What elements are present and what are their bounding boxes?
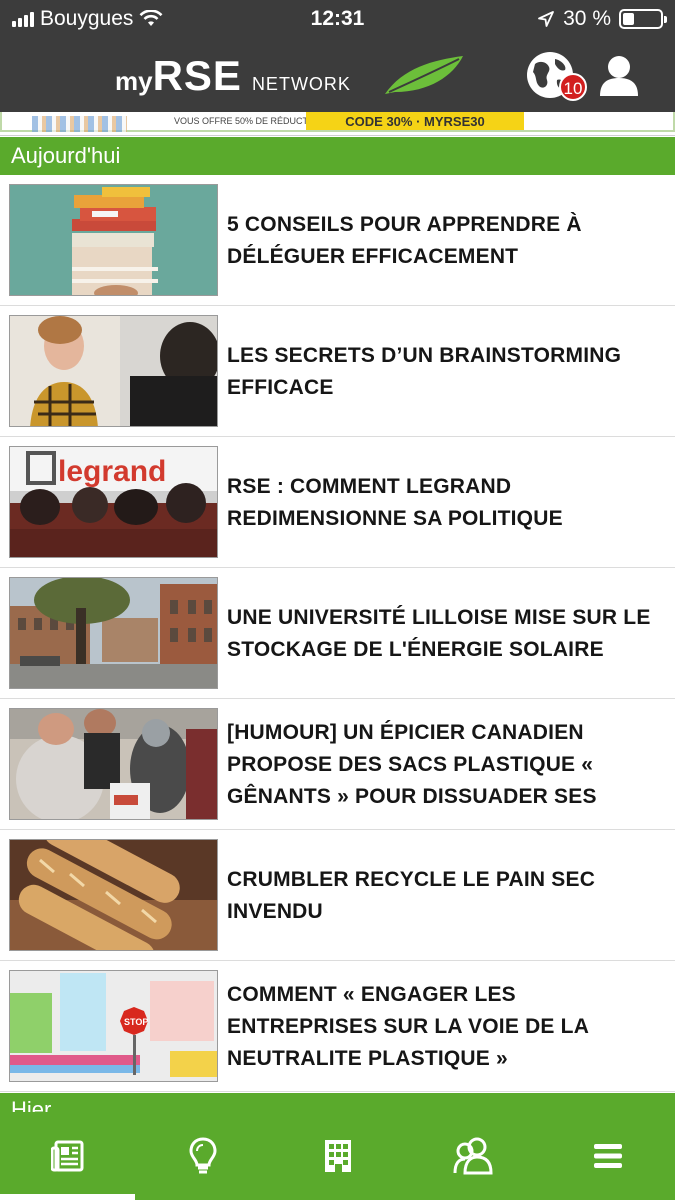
article-item[interactable]: [HUMOUR] UN ÉPICIER CANADIEN PROPOSE DES… xyxy=(0,699,675,830)
legrand-logo-text: legrand xyxy=(58,455,166,488)
notification-badge: 10 xyxy=(559,73,587,101)
ad-frame: VOUS OFFRE 50% DE RÉDUCTION CODE 30% · M… xyxy=(0,112,675,132)
section-header-yesterday: Hier xyxy=(0,1093,675,1112)
app-header: my RSE network 10 xyxy=(0,40,675,112)
people-icon xyxy=(453,1137,493,1175)
article-item[interactable]: LES SECRETS D’UN BRAINSTORMING EFFICACE xyxy=(0,306,675,437)
article-thumbnail xyxy=(9,315,218,427)
tab-companies[interactable] xyxy=(270,1112,405,1200)
ad-banner[interactable]: VOUS OFFRE 50% DE RÉDUCTION CODE 30% · M… xyxy=(0,112,675,136)
battery-level xyxy=(623,13,634,25)
app-logo[interactable]: my RSE network xyxy=(115,52,351,100)
ad-code: CODE 30% · MYRSE30 xyxy=(306,112,524,130)
stop-sign-text: STOP xyxy=(124,1017,148,1027)
article-title: RSE : COMMENT LEGRAND REDIMENSIONNE SA P… xyxy=(227,474,563,530)
logo-network: network xyxy=(251,68,351,96)
active-tab-indicator xyxy=(0,1194,135,1200)
newspaper-icon xyxy=(50,1140,83,1172)
article-thumbnail xyxy=(9,577,218,689)
article-title: COMMENT « ENGAGER LES ENTREPRISES SUR LA… xyxy=(227,982,589,1070)
battery-icon xyxy=(619,9,667,29)
article-title: 5 CONSEILS POUR APPRENDRE À DÉLÉGUER EFF… xyxy=(227,212,582,268)
article-item[interactable]: legrand RSE : COMMENT LEGRAND REDIMENSIO… xyxy=(0,437,675,568)
article-title: CRUMBLER RECYCLE LE PAIN SEC INVENDU xyxy=(227,867,596,923)
lightbulb-icon xyxy=(188,1137,217,1174)
article-item[interactable]: 5 CONSEILS POUR APPRENDRE À DÉLÉGUER EFF… xyxy=(0,175,675,306)
ad-text: VOUS OFFRE 50% DE RÉDUCTION xyxy=(174,116,325,126)
user-icon[interactable] xyxy=(598,54,640,98)
article-item[interactable]: UNE UNIVERSITÉ LILLOISE MISE SUR LE STOC… xyxy=(0,568,675,699)
ad-image xyxy=(32,116,127,132)
article-thumbnail xyxy=(9,184,218,296)
article-thumbnail: legrand xyxy=(9,446,218,558)
article-item[interactable]: CRUMBLER RECYCLE LE PAIN SEC INVENDU xyxy=(0,830,675,961)
leaf-icon xyxy=(385,56,463,94)
article-item[interactable]: STOP COMMENT « ENGAGER LES ENTREPRISES S… xyxy=(0,961,675,1092)
article-thumbnail xyxy=(9,708,218,820)
menu-icon xyxy=(593,1144,622,1168)
tab-news[interactable] xyxy=(0,1112,135,1200)
logo-rse: RSE xyxy=(152,52,242,99)
article-title: UNE UNIVERSITÉ LILLOISE MISE SUR LE STOC… xyxy=(227,605,651,661)
battery-percent: 30 % xyxy=(563,7,611,30)
tab-menu[interactable] xyxy=(540,1112,675,1200)
section-header-today: Aujourd'hui xyxy=(0,137,675,175)
article-title: LES SECRETS D’UN BRAINSTORMING EFFICACE xyxy=(227,343,622,399)
location-arrow-icon xyxy=(538,11,555,27)
status-bar: Bouygues 12:31 30 % xyxy=(0,0,675,40)
tab-network[interactable] xyxy=(405,1112,540,1200)
article-thumbnail xyxy=(9,839,218,951)
bottom-tab-bar xyxy=(0,1112,675,1200)
article-title: [HUMOUR] UN ÉPICIER CANADIEN PROPOSE DES… xyxy=(227,720,597,808)
tab-ideas[interactable] xyxy=(135,1112,270,1200)
logo-my: my xyxy=(115,66,153,96)
building-icon xyxy=(324,1140,351,1172)
article-thumbnail: STOP xyxy=(9,970,218,1082)
status-right: 30 % xyxy=(537,7,667,31)
